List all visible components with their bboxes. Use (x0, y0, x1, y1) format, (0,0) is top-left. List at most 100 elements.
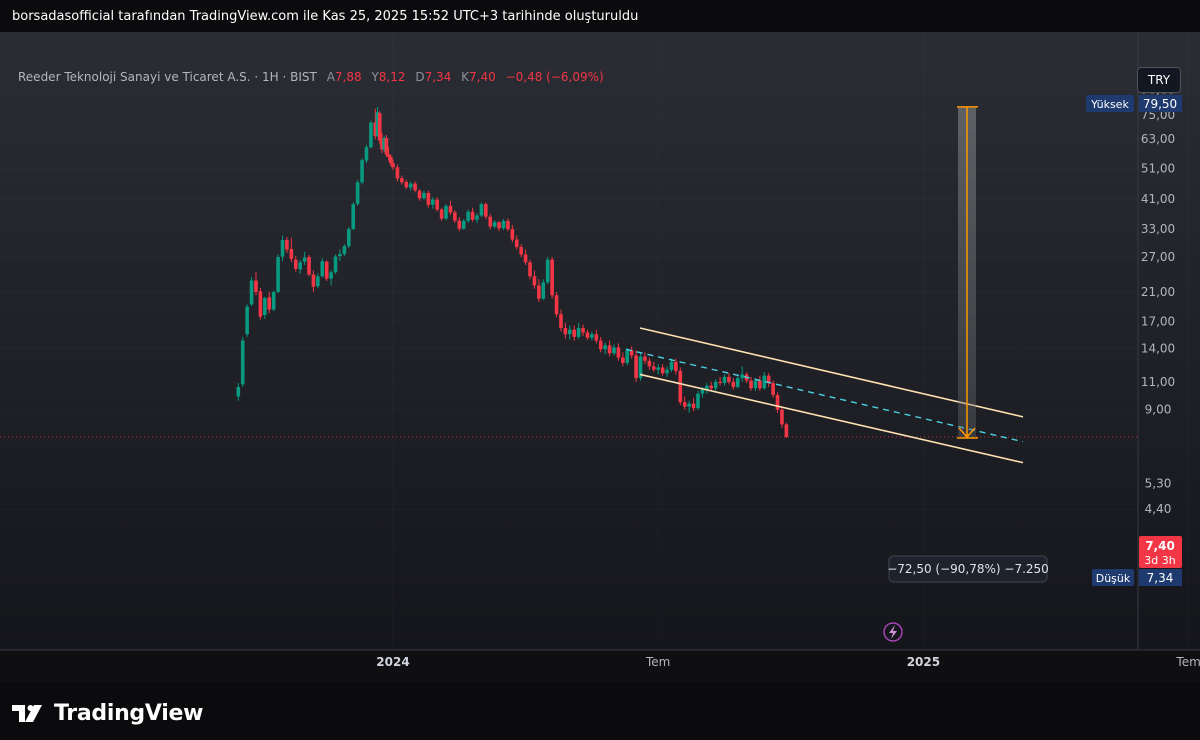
candle-body (771, 383, 775, 396)
symbol-legend[interactable]: Reeder Teknoloji Sanayi ve Ticaret A.S. … (18, 70, 604, 84)
candle-body (360, 160, 364, 183)
last-price-value: 7,40 (1145, 539, 1175, 553)
candle-body (457, 220, 462, 229)
candle-body (713, 381, 718, 389)
time-scale[interactable]: 2024Tem2025Tem2026Tem (376, 655, 1200, 669)
candle-body (568, 329, 572, 335)
candle-body (258, 291, 263, 317)
candle-body (342, 246, 347, 254)
candle-body (311, 274, 316, 287)
candle-body (727, 376, 731, 382)
candle-body (603, 345, 607, 350)
change-value: −0,48 (−6,09%) (505, 70, 604, 84)
candle-body (749, 380, 753, 389)
brand-name: TradingView (54, 700, 204, 726)
candle-body (316, 276, 320, 287)
candle-body (669, 361, 674, 370)
high-value: 8,12 (378, 70, 406, 84)
candle-body (377, 113, 382, 141)
candle-body (333, 256, 338, 273)
symbol-name[interactable]: Reeder Teknoloji Sanayi ve Ticaret A.S. … (18, 70, 317, 84)
candle-body (576, 328, 581, 337)
candle-body (364, 147, 369, 161)
candle-body (435, 199, 439, 210)
candle-body (475, 215, 479, 220)
candle-body (563, 328, 568, 335)
chart-area[interactable]: −72,50 (−90,78%) −7.250 90,0075,0063,005… (0, 32, 1200, 682)
low-tag-value: 7,34 (1147, 571, 1174, 585)
candle-body (674, 361, 678, 371)
candle-body (643, 356, 647, 361)
candle-body (700, 389, 705, 394)
candle-body (400, 178, 404, 183)
candle-body (651, 366, 656, 370)
candle-body (285, 240, 289, 250)
candle-body (426, 192, 431, 205)
candle-body (384, 138, 389, 155)
candle-body (665, 369, 669, 374)
candle-body (439, 209, 444, 219)
candle-body (616, 347, 621, 358)
candle-body (492, 222, 497, 227)
candle-body (678, 370, 683, 403)
candle-body (263, 298, 267, 315)
currency-button[interactable]: TRY (1137, 67, 1181, 93)
candle-body (280, 240, 285, 257)
candle-body (466, 211, 470, 221)
candle-body (422, 192, 426, 199)
time-scale-label: 2024 (376, 655, 409, 669)
candle-body (484, 204, 488, 217)
bar-countdown: 3d 3h (1144, 554, 1175, 567)
open-label: A (326, 70, 335, 84)
candle-body (775, 395, 780, 410)
candle-body (254, 280, 258, 292)
close-label: K (461, 70, 470, 84)
candle-body (585, 332, 590, 338)
candle-body (506, 220, 510, 230)
candle-body (510, 229, 515, 240)
candle-body (731, 381, 736, 387)
candle-body (276, 257, 280, 292)
tradingview-logo[interactable]: TradingView (12, 700, 203, 726)
candle-body (461, 220, 466, 229)
candle-body (780, 409, 784, 425)
price-chart[interactable]: −72,50 (−90,78%) −7.250 90,0075,0063,005… (0, 32, 1200, 682)
candle-body (302, 257, 307, 262)
candle-body (514, 239, 519, 248)
candle-body (682, 402, 687, 407)
candle-body (236, 386, 241, 397)
candle-body (594, 334, 599, 341)
candle-body (351, 204, 356, 230)
tradingview-logo-icon (12, 705, 42, 722)
candle-body (687, 403, 691, 407)
price-scale-label: 63,00 (1141, 132, 1175, 146)
candle-body (696, 393, 700, 409)
time-scale-label: Tem (645, 655, 670, 669)
candle-body (572, 329, 577, 337)
candle-body (598, 340, 603, 350)
candle-body (293, 259, 298, 269)
candle-body (444, 205, 448, 219)
candle-body (559, 314, 563, 329)
candle-body (408, 183, 413, 188)
price-scale-label: 33,00 (1141, 222, 1175, 236)
price-scale-label: 51,00 (1141, 162, 1175, 176)
candle-body (758, 380, 762, 389)
candle-body (338, 253, 342, 256)
candle-body (691, 403, 696, 409)
candle-body (289, 249, 294, 260)
candle-body (722, 376, 727, 384)
measure-label-text: −72,50 (−90,78%) −7.250 (887, 562, 1049, 576)
candle-body (497, 222, 501, 229)
candle-body (501, 220, 506, 229)
candle-body (386, 154, 391, 157)
candle-body (355, 182, 360, 204)
candle-body (324, 261, 329, 279)
candle-body (488, 216, 493, 227)
candle-body (417, 190, 422, 199)
candle-body (245, 306, 249, 335)
price-scale-label: 4,40 (1145, 502, 1172, 516)
footer-bar: TradingView (0, 682, 1200, 740)
header-bar: borsadasofficial tarafından TradingView.… (0, 0, 1200, 32)
candle-body (581, 328, 585, 333)
